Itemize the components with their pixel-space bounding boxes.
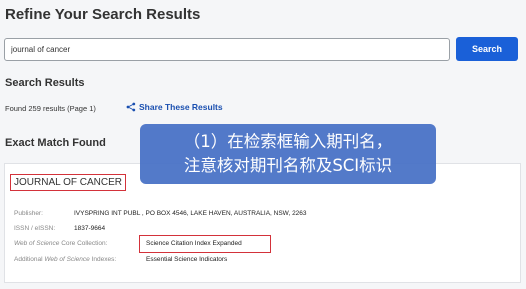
- journal-title[interactable]: JOURNAL OF CANCER: [10, 174, 126, 191]
- annotation-line-2: 注意核对期刊名称及SCI标识: [183, 156, 393, 175]
- wos-label-italic: Web of Science: [14, 240, 60, 247]
- share-results-label: Share These Results: [139, 102, 223, 112]
- wos-collection-label: Web of Science Core Collection:: [14, 240, 107, 247]
- search-input[interactable]: [4, 38, 450, 61]
- additional-label-rest: Indexes:: [89, 256, 117, 263]
- issn-label: ISSN / eISSN:: [14, 225, 56, 232]
- sci-highlight-box: [139, 235, 271, 253]
- search-button[interactable]: Search: [456, 37, 518, 61]
- publisher-value: IVYSPRING INT PUBL , PO BOX 4546, LAKE H…: [74, 210, 307, 217]
- additional-indexes-label: Additional Web of Science Indexes:: [14, 256, 116, 263]
- issn-value: 1837-9664: [74, 225, 106, 232]
- share-icon: [126, 102, 136, 112]
- additional-label-italic: Web of Science: [44, 256, 90, 263]
- page: Refine Your Search Results Search Search…: [0, 0, 526, 289]
- additional-label-prefix: Additional: [14, 256, 45, 263]
- wos-label-rest: Core Collection:: [59, 240, 108, 247]
- annotation-line-1: （1）在检索框输入期刊名，: [183, 132, 393, 151]
- exact-match-heading: Exact Match Found: [5, 137, 106, 149]
- instruction-annotation: （1）在检索框输入期刊名， 注意核对期刊名称及SCI标识: [140, 124, 436, 184]
- share-results-link[interactable]: Share These Results: [126, 102, 223, 112]
- publisher-label: Publisher:: [14, 210, 43, 217]
- search-results-heading: Search Results: [5, 77, 85, 89]
- refine-title: Refine Your Search Results: [5, 6, 201, 23]
- results-count: Found 259 results (Page 1): [5, 104, 96, 113]
- additional-indexes-value: Essential Science Indicators: [146, 256, 228, 263]
